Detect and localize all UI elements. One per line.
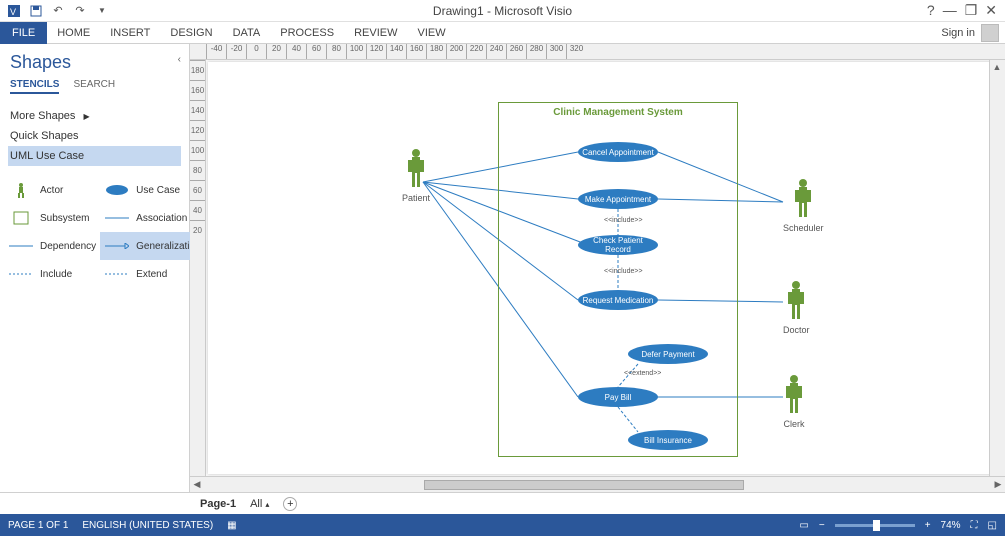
canvas-area: -40-200204060801001201401601802002202402… — [190, 44, 1005, 492]
signin-label: Sign in — [941, 27, 975, 39]
tab-data[interactable]: DATA — [223, 23, 271, 43]
scroll-left-icon[interactable]: ◀ — [190, 478, 204, 492]
quick-access-toolbar: V ↶ ↷ ▼ — [0, 1, 112, 21]
stereo-include-2: <<include>> — [604, 268, 643, 275]
workarea: Shapes ‹ STENCILS SEARCH More Shapes▶ Qu… — [0, 44, 1005, 492]
shape-use-case[interactable]: Use Case — [100, 176, 202, 204]
stencil-more-shapes[interactable]: More Shapes▶ — [8, 106, 181, 126]
dropdown-icon: ▴ — [265, 500, 269, 509]
subsystem-icon — [8, 210, 34, 226]
add-page-button[interactable]: + — [283, 497, 297, 511]
zoom-thumb[interactable] — [873, 520, 880, 531]
status-page[interactable]: PAGE 1 OF 1 — [8, 520, 68, 531]
tab-design[interactable]: DESIGN — [160, 23, 222, 43]
actor-icon — [8, 182, 34, 198]
actor-clerk[interactable]: Clerk — [783, 374, 805, 429]
redo-icon[interactable]: ↷ — [70, 1, 90, 21]
shape-palette: Actor Use Case Subsystem Association Dep… — [0, 172, 189, 292]
status-language[interactable]: ENGLISH (UNITED STATES) — [82, 520, 213, 531]
shape-include[interactable]: Include — [4, 260, 100, 288]
subsystem-title: Clinic Management System — [499, 103, 737, 122]
shape-subsystem[interactable]: Subsystem — [4, 204, 100, 232]
subtab-stencils[interactable]: STENCILS — [10, 79, 59, 94]
help-icon[interactable]: ? — [927, 2, 935, 19]
ruler-horizontal: -40-200204060801001201401601802002202402… — [190, 44, 1005, 60]
shape-dependency[interactable]: Dependency — [4, 232, 100, 260]
presentation-mode-icon[interactable]: ▭ — [799, 520, 808, 531]
titlebar: V ↶ ↷ ▼ Drawing1 - Microsoft Visio ? — ❐… — [0, 0, 1005, 22]
zoom-slider[interactable] — [835, 524, 915, 527]
minimize-icon[interactable]: — — [943, 2, 957, 19]
usecase-defer[interactable]: Defer Payment — [628, 344, 708, 364]
actor-doctor[interactable]: Doctor — [783, 280, 810, 335]
zoom-level[interactable]: 74% — [941, 520, 961, 531]
close-icon[interactable]: ✕ — [985, 2, 997, 19]
tab-home[interactable]: HOME — [47, 23, 100, 43]
tab-insert[interactable]: INSERT — [100, 23, 160, 43]
page-tabs: Page-1 All ▴ + — [0, 492, 1005, 514]
scroll-thumb[interactable] — [424, 480, 744, 490]
usecase-check[interactable]: Check Patient Record — [578, 235, 658, 255]
shape-extend[interactable]: Extend — [100, 260, 202, 288]
zoom-in-icon[interactable]: + — [925, 520, 931, 531]
scroll-right-icon[interactable]: ▶ — [991, 478, 1005, 492]
status-right: ▭ − + 74% ⛶ ◱ — [799, 520, 997, 531]
scrollbar-vertical[interactable]: ▲ — [989, 60, 1005, 476]
drawing-canvas[interactable]: Clinic Management System Patient Schedul… — [208, 62, 1003, 474]
tab-view[interactable]: VIEW — [407, 23, 455, 43]
pan-zoom-icon[interactable]: ◱ — [988, 520, 997, 531]
ribbon-tabs: FILE HOME INSERT DESIGN DATA PROCESS REV… — [0, 22, 1005, 44]
collapse-pane-icon[interactable]: ‹ — [178, 54, 181, 65]
qat-dropdown-icon[interactable]: ▼ — [92, 1, 112, 21]
stencil-uml-use-case[interactable]: UML Use Case — [8, 146, 181, 166]
statusbar: PAGE 1 OF 1 ENGLISH (UNITED STATES) ▦ ▭ … — [0, 514, 1005, 536]
scrollbar-horizontal[interactable]: ◀ ▶ — [190, 476, 1005, 492]
signin-area[interactable]: Sign in — [941, 24, 1005, 42]
chevron-right-icon: ▶ — [83, 112, 89, 121]
shapes-pane: Shapes ‹ STENCILS SEARCH More Shapes▶ Qu… — [0, 44, 190, 492]
shapes-subtabs: STENCILS SEARCH — [0, 77, 189, 100]
stencil-list: More Shapes▶ Quick Shapes UML Use Case — [0, 100, 189, 172]
extend-icon — [104, 266, 130, 282]
stencil-quick-shapes[interactable]: Quick Shapes — [8, 126, 181, 146]
tab-file[interactable]: FILE — [0, 22, 47, 44]
shape-association[interactable]: Association — [100, 204, 202, 232]
tab-page-1[interactable]: Page-1 — [200, 498, 236, 510]
window-title: Drawing1 - Microsoft Visio — [433, 4, 572, 18]
tab-review[interactable]: REVIEW — [344, 23, 407, 43]
stereo-include-1: <<include>> — [604, 217, 643, 224]
scroll-up-icon[interactable]: ▲ — [990, 60, 1004, 74]
usecase-pay[interactable]: Pay Bill — [578, 387, 658, 407]
svg-text:V: V — [10, 7, 16, 17]
usecase-cancel[interactable]: Cancel Appointment — [578, 142, 658, 162]
actor-patient[interactable]: Patient — [402, 148, 430, 203]
fit-page-icon[interactable]: ⛶ — [971, 520, 978, 531]
subtab-search[interactable]: SEARCH — [73, 79, 115, 94]
usecase-make[interactable]: Make Appointment — [578, 189, 658, 209]
shapes-title: Shapes ‹ — [0, 44, 189, 77]
ruler-vertical: 18016014012010080604020 — [190, 60, 206, 476]
association-icon — [104, 210, 130, 226]
dependency-icon — [8, 238, 34, 254]
shape-actor[interactable]: Actor — [4, 176, 100, 204]
maximize-icon[interactable]: ❐ — [965, 2, 978, 19]
include-icon — [8, 266, 34, 282]
tab-all[interactable]: All ▴ — [250, 498, 269, 510]
stereo-extend-1: <<extend>> — [624, 370, 661, 377]
usecase-request[interactable]: Request Medication — [578, 290, 658, 310]
zoom-out-icon[interactable]: − — [819, 520, 825, 531]
visio-app-icon[interactable]: V — [4, 1, 24, 21]
undo-icon[interactable]: ↶ — [48, 1, 68, 21]
shape-generalization[interactable]: Generalizati... — [100, 232, 202, 260]
tab-process[interactable]: PROCESS — [270, 23, 344, 43]
window-controls: ? — ❐ ✕ — [927, 2, 1005, 19]
macro-record-icon[interactable]: ▦ — [227, 520, 236, 531]
actor-scheduler[interactable]: Scheduler — [783, 178, 824, 233]
avatar-icon — [981, 24, 999, 42]
generalization-icon — [104, 238, 130, 254]
canvas-body: 18016014012010080604020 — [190, 60, 1005, 476]
save-icon[interactable] — [26, 1, 46, 21]
usecase-icon — [104, 182, 130, 198]
usecase-bill[interactable]: Bill Insurance — [628, 430, 708, 450]
